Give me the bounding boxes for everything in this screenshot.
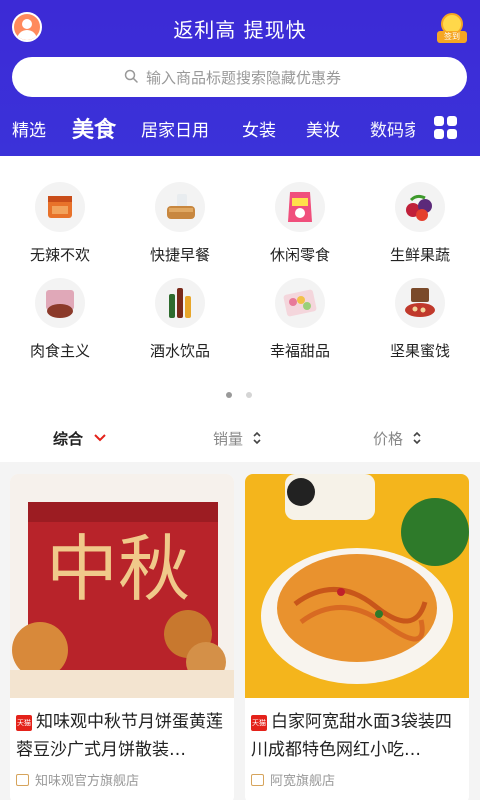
product-title: 天猫 白家阿宽甜水面3袋装四川成都特色网红小吃… xyxy=(251,708,465,764)
product-card[interactable]: 天猫 白家阿宽甜水面3袋装四川成都特色网红小吃… 阿宽旗舰店 xyxy=(245,474,469,800)
header: 返利高 提现快 签到 输入商品标题搜索隐藏优惠券 精选 美食 居家日用 女装 美… xyxy=(0,0,480,156)
tab-jingxuan[interactable]: 精选 xyxy=(12,116,46,141)
product-title-text: 白家阿宽甜水面3袋装四川成都特色网红小吃… xyxy=(251,712,452,760)
sort-price[interactable]: 价格 xyxy=(373,428,422,449)
sort-label: 综合 xyxy=(53,430,84,448)
tmall-badge: 天猫 xyxy=(16,715,32,731)
category-item[interactable]: 无辣不欢 xyxy=(0,156,120,276)
sort-bar: 综合 销量 价格 xyxy=(0,418,480,462)
category-label: 无辣不欢 xyxy=(29,246,90,264)
tab-shuma[interactable]: 数码家 xyxy=(370,116,415,141)
category-label: 坚果蜜饯 xyxy=(389,342,450,360)
product-shop[interactable]: 阿宽旗舰店 xyxy=(251,770,335,789)
chevron-down-icon xyxy=(94,434,106,442)
spicy-snack-icon xyxy=(35,182,85,232)
category-item[interactable]: 休闲零食 xyxy=(240,156,360,276)
drinks-icon xyxy=(155,278,205,328)
product-image-mooncake: 中秋 xyxy=(10,474,234,698)
category-label: 生鲜果蔬 xyxy=(389,246,450,264)
pager-dot xyxy=(246,392,252,398)
dessert-icon xyxy=(275,278,325,328)
pager-dot-active xyxy=(226,392,232,398)
product-title: 天猫 知味观中秋节月饼蛋黄莲蓉豆沙广式月饼散装… xyxy=(16,708,230,764)
tab-meishi[interactable]: 美食 xyxy=(72,112,116,144)
search-placeholder: 输入商品标题搜索隐藏优惠券 xyxy=(146,69,342,87)
category-tabs: 精选 美食 居家日用 女装 美妆 数码家 xyxy=(0,104,480,150)
category-item[interactable]: 坚果蜜饯 xyxy=(360,278,480,398)
sort-comprehensive[interactable]: 综合 xyxy=(53,428,106,449)
product-title-text: 知味观中秋节月饼蛋黄莲蓉豆沙广式月饼散装… xyxy=(16,712,223,760)
category-grid: 无辣不欢 快捷早餐 休闲零食 生鲜果蔬 肉食主义 酒水饮品 幸福甜品 坚果蜜饯 xyxy=(0,156,480,418)
category-item[interactable]: 快捷早餐 xyxy=(120,156,240,276)
search-icon xyxy=(124,69,138,83)
product-image-noodles xyxy=(245,474,469,698)
bread-icon xyxy=(155,182,205,232)
sign-in-label: 签到 xyxy=(437,31,467,43)
tab-nvzhuang[interactable]: 女装 xyxy=(242,116,276,141)
shop-name: 阿宽旗舰店 xyxy=(270,774,336,789)
sign-in-button[interactable]: 签到 xyxy=(437,13,467,43)
category-label: 休闲零食 xyxy=(269,246,330,264)
category-item[interactable]: 肉食主义 xyxy=(0,278,120,398)
category-item[interactable]: 酒水饮品 xyxy=(120,278,240,398)
nuts-icon xyxy=(395,278,445,328)
sort-label: 销量 xyxy=(213,430,244,448)
category-label: 肉食主义 xyxy=(29,342,90,360)
meat-icon xyxy=(35,278,85,328)
fruit-icon xyxy=(395,182,445,232)
category-item[interactable]: 生鲜果蔬 xyxy=(360,156,480,276)
snack-bag-icon xyxy=(275,182,325,232)
product-card[interactable]: 中秋 天猫 知味观中秋节月饼蛋黄莲蓉豆沙广式月饼散装… 知味观官方旗舰店 xyxy=(10,474,234,800)
sort-arrows-icon xyxy=(413,431,421,445)
shop-icon xyxy=(251,774,264,786)
search-bar[interactable]: 输入商品标题搜索隐藏优惠券 xyxy=(12,57,467,97)
header-slogan: 返利高 提现快 xyxy=(173,18,307,42)
product-feed: 中秋 天猫 知味观中秋节月饼蛋黄莲蓉豆沙广式月饼散装… 知味观官方旗舰店 天猫 … xyxy=(0,462,480,800)
tmall-badge: 天猫 xyxy=(251,715,267,731)
product-shop[interactable]: 知味观官方旗舰店 xyxy=(16,770,139,789)
category-label: 酒水饮品 xyxy=(149,342,210,360)
mooncake-box-text: 中秋 xyxy=(46,527,190,611)
category-label: 快捷早餐 xyxy=(149,246,210,264)
category-label: 幸福甜品 xyxy=(269,342,330,360)
sort-label: 价格 xyxy=(373,430,404,448)
shop-icon xyxy=(16,774,29,786)
sort-sales[interactable]: 销量 xyxy=(213,428,262,449)
sort-arrows-icon xyxy=(253,431,261,445)
category-item[interactable]: 幸福甜品 xyxy=(240,278,360,398)
tab-meizhuang[interactable]: 美妆 xyxy=(306,116,340,141)
all-categories-icon[interactable] xyxy=(434,116,458,140)
tab-jujia[interactable]: 居家日用 xyxy=(141,116,209,141)
shop-name: 知味观官方旗舰店 xyxy=(35,774,140,789)
